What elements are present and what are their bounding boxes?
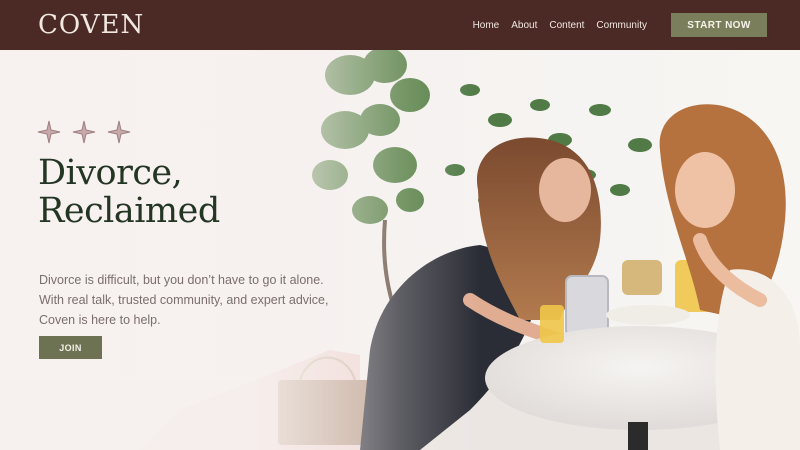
join-button[interactable]: JOIN bbox=[39, 336, 102, 359]
hero-description: Divorce is difficult, but you don’t have… bbox=[39, 273, 329, 327]
sparkle-icon bbox=[72, 120, 96, 144]
site-header: COVEN Home About Content Community START… bbox=[0, 0, 800, 50]
hero-headline: Divorce, Reclaimed bbox=[38, 154, 220, 230]
hero-section: Divorce, Reclaimed Divorce is difficult,… bbox=[0, 50, 800, 450]
site-logo[interactable]: COVEN bbox=[38, 10, 144, 40]
sparkle-icon bbox=[37, 120, 61, 144]
headline-line-1: Divorce, bbox=[38, 153, 183, 193]
nav-community[interactable]: Community bbox=[596, 16, 647, 35]
start-now-button[interactable]: START NOW bbox=[671, 13, 767, 37]
headline-line-2: Reclaimed bbox=[38, 191, 220, 231]
nav-home[interactable]: Home bbox=[473, 16, 500, 35]
sparkle-icon bbox=[107, 120, 131, 144]
main-nav: Home About Content Community START NOW bbox=[473, 13, 767, 37]
nav-content[interactable]: Content bbox=[549, 16, 584, 35]
nav-about[interactable]: About bbox=[511, 16, 537, 35]
decorative-stars bbox=[37, 120, 131, 144]
hero-overlay bbox=[0, 50, 800, 450]
